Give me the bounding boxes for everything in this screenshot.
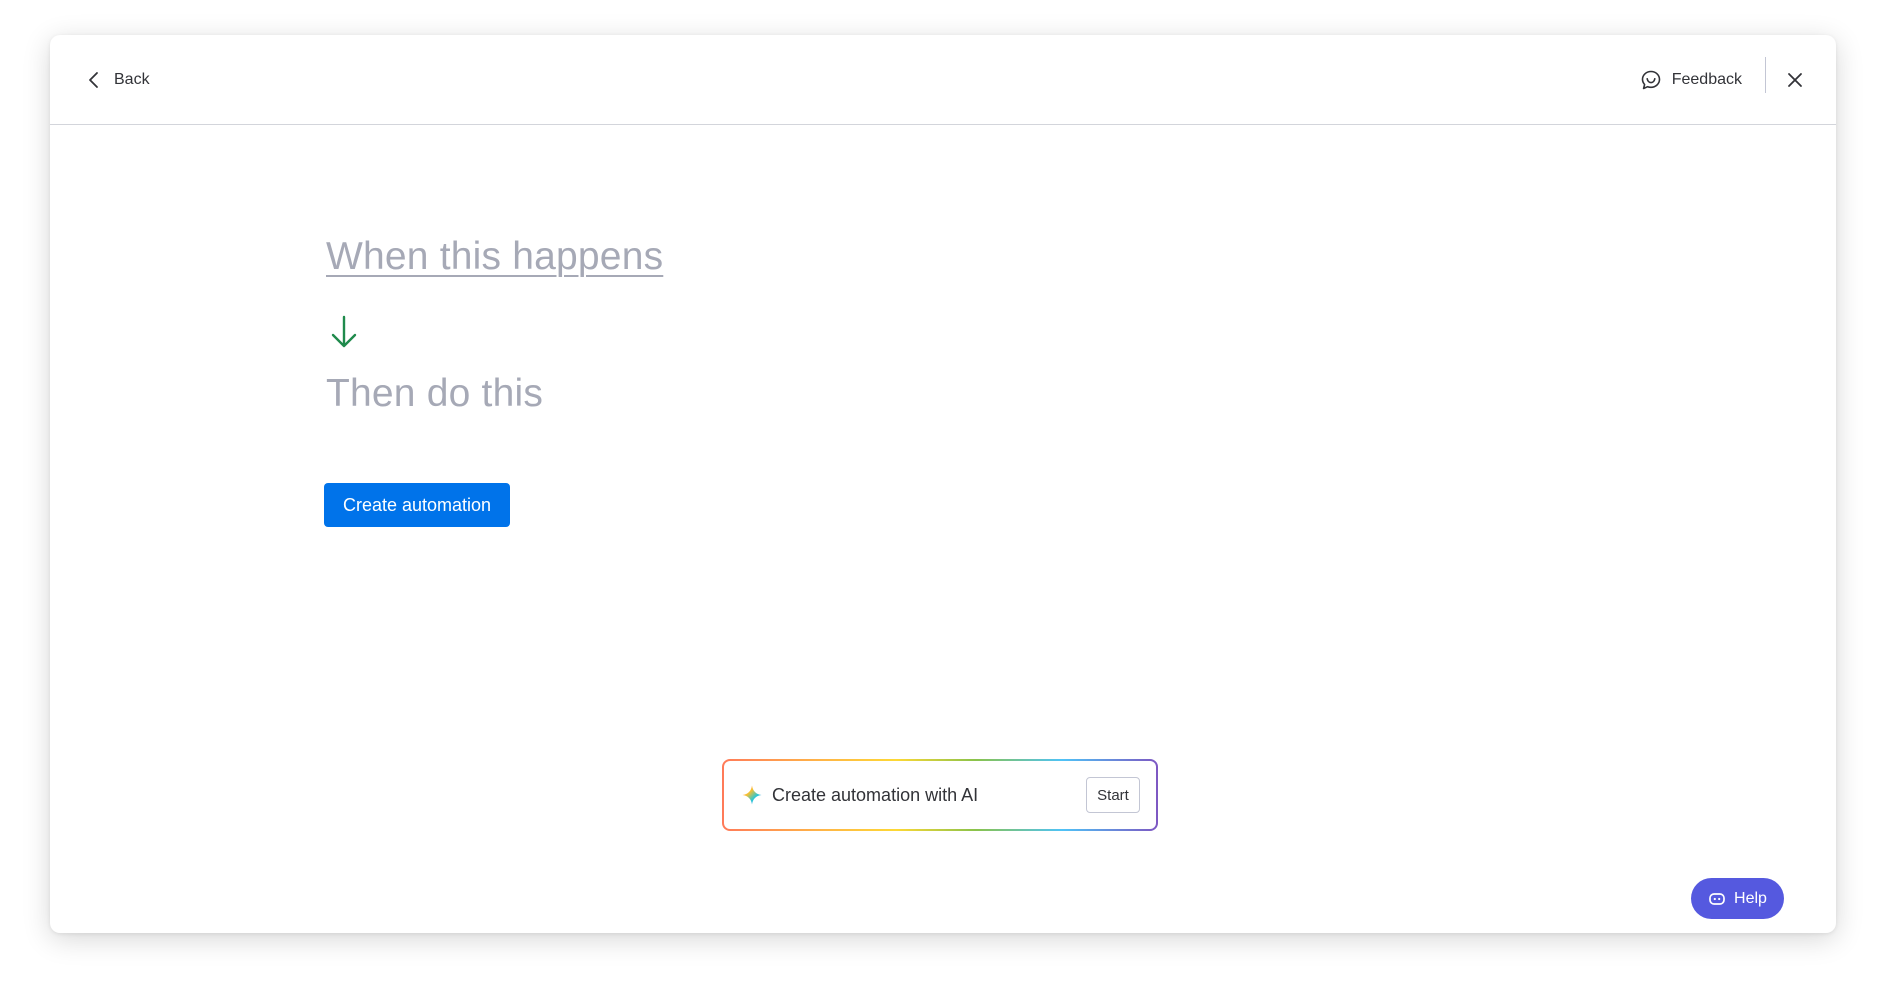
chevron-left-icon xyxy=(89,72,98,88)
create-with-ai-box[interactable]: Create automation with AI Start xyxy=(722,759,1158,831)
back-button[interactable]: Back xyxy=(78,63,156,97)
automation-builder-dialog: Back Feedback When this happens Then do … xyxy=(50,35,1836,933)
feedback-label: Feedback xyxy=(1671,71,1742,88)
ai-sparkle-icon xyxy=(742,785,762,805)
trigger-placeholder[interactable]: When this happens xyxy=(326,235,663,279)
back-label: Back xyxy=(114,71,150,88)
header-divider xyxy=(1765,57,1766,93)
feedback-chat-icon xyxy=(1641,70,1661,90)
create-with-ai-inner: Create automation with AI Start xyxy=(724,761,1156,829)
help-button[interactable]: Help xyxy=(1691,878,1784,919)
help-label: Help xyxy=(1734,889,1767,907)
action-placeholder: Then do this xyxy=(326,372,544,415)
close-icon xyxy=(1788,73,1802,87)
create-with-ai-label: Create automation with AI xyxy=(772,784,979,805)
arrow-down-icon xyxy=(331,315,357,348)
start-button[interactable]: Start xyxy=(1086,777,1140,813)
help-bot-icon xyxy=(1709,892,1725,905)
top-bar: Back Feedback xyxy=(50,35,1836,125)
create-automation-button[interactable]: Create automation xyxy=(324,483,510,527)
feedback-button[interactable]: Feedback xyxy=(1634,63,1748,97)
close-button[interactable] xyxy=(1778,63,1812,97)
